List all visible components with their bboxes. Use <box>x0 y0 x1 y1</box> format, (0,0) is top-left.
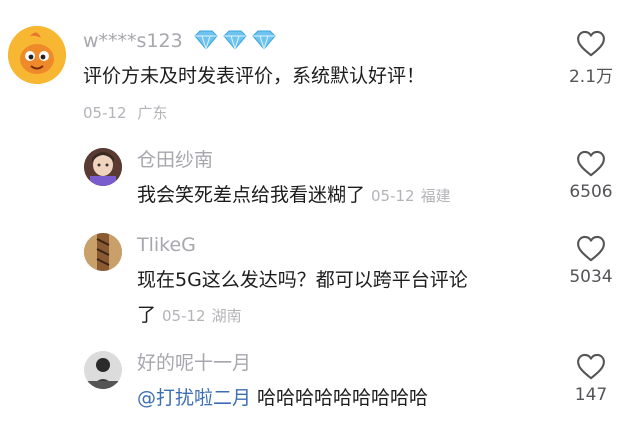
username[interactable]: 仓田纱南 <box>137 148 213 172</box>
mention-link[interactable]: @打扰啦二月 <box>137 387 251 409</box>
comment-date: 05-12 <box>83 104 127 122</box>
comment-text: 我会笑死差点给我看迷糊了 05-12 福建 <box>137 180 451 211</box>
comment-location: 福建 <box>420 187 451 205</box>
username-text[interactable]: w****s123 <box>83 30 183 52</box>
like-count: 6506 <box>569 182 613 202</box>
comment-date: 05-12 <box>371 187 415 205</box>
reply-item: 仓田纱南 我会笑死差点给我看迷糊了 05-12 福建 6506 <box>0 140 622 225</box>
avatar[interactable] <box>84 233 122 271</box>
comment-text-body: 我会笑死差点给我看迷糊了 <box>137 184 366 206</box>
comment-text-line2: 了 05-12 湖南 <box>137 300 242 331</box>
heart-icon <box>577 150 605 177</box>
username[interactable]: w****s123 <box>83 29 279 57</box>
heart-icon <box>577 235 605 262</box>
comment-text-body: 了 <box>137 304 157 326</box>
comment-text: 评价方未及时发表评价，系统默认好评！ <box>83 65 426 87</box>
comment-location: 广东 <box>137 104 168 122</box>
heart-icon <box>577 30 605 57</box>
avatar-image-icon <box>84 233 122 271</box>
comment-date: 05-12 <box>162 307 206 325</box>
reply-item: 好的呢十一月 @打扰啦二月 哈哈哈哈哈哈哈哈哈 147 <box>0 343 622 422</box>
like-count: 5034 <box>569 267 613 287</box>
like-button[interactable]: 6506 <box>556 150 622 202</box>
like-button[interactable]: 147 <box>556 353 622 405</box>
username[interactable]: TlikeG <box>137 233 196 257</box>
comment-item: w****s123 评价方未及时发表评价，系统默认好评！ 05-12 广东 2.… <box>0 0 622 140</box>
fan-badge <box>193 29 279 57</box>
heart-icon <box>577 353 605 380</box>
mascot-avatar-icon <box>8 26 66 84</box>
like-count: 147 <box>574 385 608 405</box>
avatar[interactable] <box>8 26 66 84</box>
username[interactable]: 好的呢十一月 <box>137 351 251 375</box>
avatar[interactable] <box>84 351 122 389</box>
comment-location: 湖南 <box>211 307 242 325</box>
comment-text-body: 哈哈哈哈哈哈哈哈哈 <box>257 387 429 409</box>
avatar-image-icon <box>84 351 122 389</box>
like-count: 2.1万 <box>568 67 614 87</box>
diamond-icon <box>194 30 276 51</box>
avatar-image-icon <box>84 148 122 186</box>
reply-item: TlikeG 现在5G这么发达吗？都可以跨平台评论 了 05-12 湖南 5034 <box>0 225 622 335</box>
comment-text: 现在5G这么发达吗？都可以跨平台评论 <box>137 269 468 291</box>
like-button[interactable]: 2.1万 <box>556 30 622 87</box>
comment-text: @打扰啦二月 哈哈哈哈哈哈哈哈哈 <box>137 383 428 413</box>
like-button[interactable]: 5034 <box>556 235 622 287</box>
comment-meta: 05-12 广东 <box>83 101 167 125</box>
avatar[interactable] <box>84 148 122 186</box>
